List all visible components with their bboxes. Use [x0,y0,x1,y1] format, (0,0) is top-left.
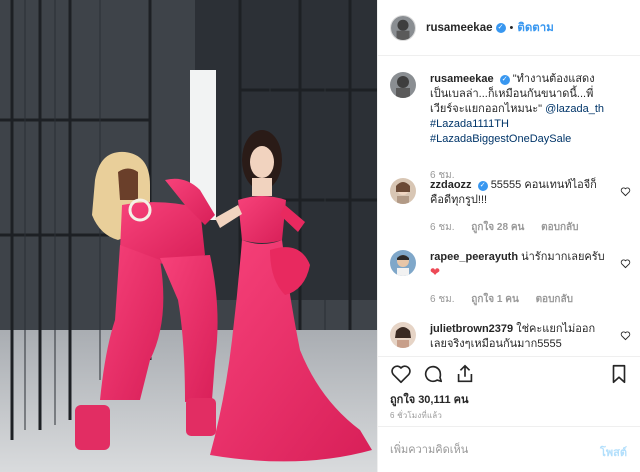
commenter-avatar[interactable] [390,322,416,348]
verified-badge-icon: ✓ [495,22,506,33]
comment-like-heart-icon[interactable] [620,258,631,269]
share-button[interactable] [454,363,476,385]
comment-time[interactable]: 6 ชม. [430,222,455,233]
comment-like-heart-icon[interactable] [620,330,631,341]
photo-illustration [0,0,377,472]
comment-time[interactable]: 6 ชม. [430,294,455,305]
author-username[interactable]: rusameekae [426,22,493,34]
likes-count[interactable]: ถูกใจ 30,111 คน [390,390,469,408]
comments-list[interactable]: rusameekae ✓ "ทำงานต้องแสดงเป็นเบลล่า...… [378,60,640,352]
comment-username[interactable]: zzdaozz [430,179,472,191]
add-comment-bar: โพสต์ [378,426,640,472]
comment-body: julietbrown2379 ใช่คะแยกไม่ออกเลยจริงๆเห… [430,322,610,352]
comment-username[interactable]: rapee_peerayuth [430,251,518,263]
commenter-avatar[interactable] [390,178,416,204]
verified-badge-icon: ✓ [477,181,488,191]
caption-hashtag-2[interactable]: #LazadaBiggestOneDaySale [430,133,571,145]
post-photo[interactable] [0,0,377,472]
caption-mention[interactable]: @lazada_th [545,103,604,115]
comment-meta: 6 ชม. ถูกใจ 1 คน ตอบกลับ [430,292,587,307]
comment-input[interactable] [390,441,580,459]
comment-text: น่ารักมากเลยครับ [521,251,605,263]
comment-likes[interactable]: ถูกใจ 1 คน [471,294,519,305]
post-side-panel: rusameekae ✓ • ติดตาม rusameekae ✓ "ทำงา… [377,0,640,472]
caption-username[interactable]: rusameekae [430,73,494,85]
caption-body: rusameekae ✓ "ทำงานต้องแสดงเป็นเบลล่า...… [430,72,610,147]
post-comment-button[interactable]: โพสต์ [600,443,627,461]
reply-button[interactable]: ตอบกลับ [541,222,578,233]
heart-icon [391,365,411,384]
post-timestamp[interactable]: 6 ชั่วโมงที่แล้ว [390,409,442,422]
commenter-avatar[interactable] [390,250,416,276]
follow-button[interactable]: ติดตาม [517,19,553,37]
comment-like-heart-icon[interactable] [620,186,631,197]
caption-hashtag-1[interactable]: #Lazada1111TH [430,118,509,130]
bookmark-icon [612,364,626,384]
comment-body: rapee_peerayuth น่ารักมากเลยครับ ❤ [430,250,610,281]
action-bar [378,356,640,390]
comment-button[interactable] [422,363,444,385]
comment-likes[interactable]: ถูกใจ 28 คน [471,222,524,233]
reply-button[interactable]: ตอบกลับ [536,294,573,305]
save-button[interactable] [608,363,630,385]
separator-dot: • [509,21,514,34]
heart-emoji: ❤ [430,265,441,279]
caption-avatar[interactable] [390,72,416,98]
comment-username[interactable]: julietbrown2379 [430,323,513,335]
comment-icon [424,365,443,383]
share-icon [457,364,473,383]
comment-body: zzdaozz ✓ 55555 คอนเทนท์ไอจีก็คือดีทุกรู… [430,178,610,208]
post-header: rusameekae ✓ • ติดตาม [378,0,640,56]
like-button[interactable] [390,363,412,385]
comment-meta: 6 ชม. ถูกใจ 28 คน ตอบกลับ [430,220,593,235]
author-avatar[interactable] [390,14,416,41]
verified-badge-icon: ✓ [499,75,510,85]
